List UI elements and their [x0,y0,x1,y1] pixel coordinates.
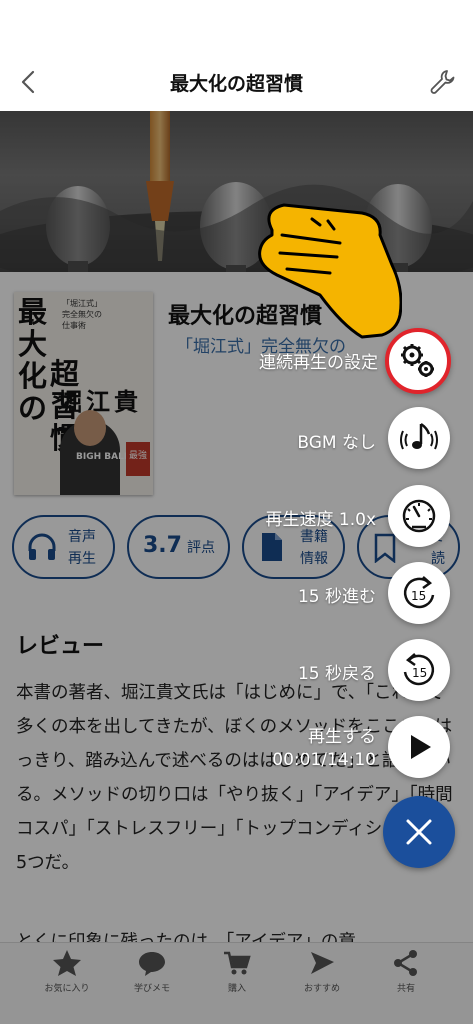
gears-icon [401,344,434,377]
forward-seconds: 15 [411,589,426,603]
rewind-seconds: 15 [412,666,427,680]
top-nav-bar: 最大化の超習慣 [0,55,473,111]
rewind-15-icon: 15 [403,653,435,686]
speedometer-icon [402,499,436,533]
close-icon [406,819,432,845]
continuous-play-settings-button[interactable] [385,328,451,394]
forward-15-icon: 15 [403,576,435,609]
bgm-label: BGM なし [297,433,376,453]
music-note-icon [400,422,438,450]
pointing-hand-icon [242,195,403,343]
playback-speed-button[interactable] [388,485,450,547]
forward-15-button[interactable]: 15 [388,562,450,624]
play-icon [411,735,431,759]
wrench-icon[interactable] [427,67,457,97]
close-menu-button[interactable] [383,796,455,868]
bgm-button[interactable] [388,407,450,469]
page-title: 最大化の超習慣 [169,73,303,95]
speed-label: 再生速度 1.0x [265,510,377,530]
play-time: 00:01/14:10 [272,750,376,770]
play-label: 再生する [308,727,376,747]
rewind-label: 15 秒戻る [297,664,376,684]
rewind-15-button[interactable]: 15 [388,639,450,701]
play-button[interactable] [388,716,450,778]
continuous-play-label: 連続再生の設定 [259,353,378,373]
forward-label: 15 秒進む [297,587,376,607]
